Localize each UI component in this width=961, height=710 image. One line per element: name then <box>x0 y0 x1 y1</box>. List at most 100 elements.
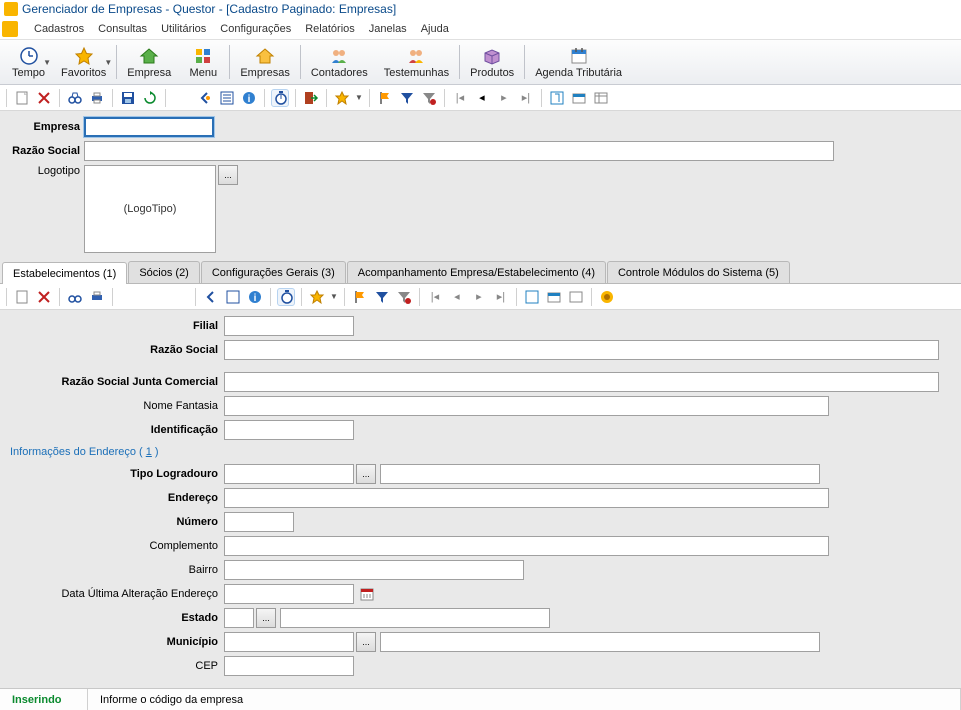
sub-info-icon[interactable]: i <box>246 288 264 306</box>
sub-nav-prev-icon[interactable]: ◂ <box>448 288 466 306</box>
info-icon[interactable]: i <box>240 89 258 107</box>
filter-icon[interactable] <box>398 89 416 107</box>
endereco-input[interactable] <box>224 488 829 508</box>
calendar-button[interactable] <box>358 585 376 603</box>
estado-desc-input[interactable] <box>280 608 550 628</box>
delete-icon[interactable] <box>35 89 53 107</box>
identificacao-input[interactable] <box>224 420 354 440</box>
sub-print-icon[interactable] <box>88 288 106 306</box>
flag-icon[interactable] <box>376 89 394 107</box>
print-icon[interactable] <box>88 89 106 107</box>
exit-icon[interactable] <box>302 89 320 107</box>
icon-toolbar-top: i ▼ |◂ ◂ ▸ ▸| <box>0 85 961 111</box>
sub-back-icon[interactable] <box>202 288 220 306</box>
sub-badge-icon[interactable] <box>598 288 616 306</box>
toolbar-label: Produtos <box>470 67 514 79</box>
tool-c-icon[interactable] <box>592 89 610 107</box>
tipo-log-desc-input[interactable] <box>380 464 820 484</box>
refresh-icon[interactable] <box>141 89 159 107</box>
razao-junta-input[interactable] <box>224 372 939 392</box>
binoculars-icon[interactable] <box>66 89 84 107</box>
toolbar-menu[interactable]: Menu <box>179 42 227 82</box>
toolbar-empresas[interactable]: Empresas <box>232 42 298 82</box>
sub-nav-next-icon[interactable]: ▸ <box>470 288 488 306</box>
nav-first-icon[interactable]: |◂ <box>451 89 469 107</box>
menu-configuracoes[interactable]: Configurações <box>220 23 291 35</box>
toolbar-favoritos[interactable]: Favoritos▼ <box>53 42 114 82</box>
filial-input[interactable] <box>224 316 354 336</box>
chevron-down-icon: ▼ <box>43 58 51 67</box>
app-icon <box>4 2 18 16</box>
toolbar-produtos[interactable]: Produtos <box>462 42 522 82</box>
cep-input[interactable] <box>224 656 354 676</box>
estado-lookup-button[interactable]: ... <box>256 608 276 628</box>
endereco-section-header: Informações do Endereço ( 1 ) <box>10 446 955 458</box>
back-icon[interactable] <box>196 89 214 107</box>
razao-social-input[interactable] <box>84 141 834 161</box>
menu-relatorios[interactable]: Relatórios <box>305 23 355 35</box>
drazao-input[interactable] <box>224 340 939 360</box>
menu-janelas[interactable]: Janelas <box>369 23 407 35</box>
status-mode: Inserindo <box>0 689 88 710</box>
toolbar-agenda-tributária[interactable]: Agenda Tributária <box>527 42 630 82</box>
municipio-input[interactable] <box>224 632 354 652</box>
tool-a-icon[interactable] <box>548 89 566 107</box>
tab-estabelecimentos[interactable]: Estabelecimentos (1) <box>2 262 127 284</box>
nav-last-icon[interactable]: ▸| <box>517 89 535 107</box>
sub-nav-last-icon[interactable]: ▸| <box>492 288 510 306</box>
menu-utilitarios[interactable]: Utilitários <box>161 23 206 35</box>
nav-prev-icon[interactable]: ◂ <box>473 89 491 107</box>
nav-next-icon[interactable]: ▸ <box>495 89 513 107</box>
nome-fantasia-input[interactable] <box>224 396 829 416</box>
municipio-desc-input[interactable] <box>380 632 820 652</box>
main-toolbar: Tempo▼Favoritos▼EmpresaMenuEmpresasConta… <box>0 40 961 85</box>
toolbar-label: Tempo <box>12 67 45 79</box>
sub-filter-icon[interactable] <box>373 288 391 306</box>
menu-cadastros[interactable]: Cadastros <box>34 23 84 35</box>
people-icon <box>329 46 349 66</box>
menu-ajuda[interactable]: Ajuda <box>421 23 449 35</box>
toolbar-testemunhas[interactable]: Testemunhas <box>376 42 457 82</box>
sub-nav-first-icon[interactable]: |◂ <box>426 288 444 306</box>
sub-filter-clear-icon[interactable] <box>395 288 413 306</box>
tab-controle-modulos[interactable]: Controle Módulos do Sistema (5) <box>607 261 790 283</box>
tab-socios[interactable]: Sócios (2) <box>128 261 200 283</box>
toolbar-tempo[interactable]: Tempo▼ <box>4 42 53 82</box>
stopwatch-icon[interactable] <box>271 89 289 107</box>
sub-flag-icon[interactable] <box>351 288 369 306</box>
municipio-lookup-button[interactable]: ... <box>356 632 376 652</box>
sub-fav-icon[interactable] <box>308 288 326 306</box>
save-icon[interactable] <box>119 89 137 107</box>
sub-delete-icon[interactable] <box>35 288 53 306</box>
bairro-input[interactable] <box>224 560 524 580</box>
filter-clear-icon[interactable] <box>420 89 438 107</box>
numero-input[interactable] <box>224 512 294 532</box>
complemento-input[interactable] <box>224 536 829 556</box>
sub-tool-a-icon[interactable] <box>523 288 541 306</box>
toolbar-empresa[interactable]: Empresa <box>119 42 179 82</box>
sub-tool-c-icon[interactable] <box>567 288 585 306</box>
form-icon[interactable] <box>218 89 236 107</box>
drazao-label: Razão Social <box>6 344 224 356</box>
tab-acompanhamento[interactable]: Acompanhamento Empresa/Estabelecimento (… <box>347 261 606 283</box>
tab-config-gerais[interactable]: Configurações Gerais (3) <box>201 261 346 283</box>
calendar-icon <box>569 46 589 66</box>
sub-form-icon[interactable] <box>224 288 242 306</box>
logotipo-lookup-button[interactable]: ... <box>218 165 238 185</box>
new-icon[interactable] <box>13 89 31 107</box>
estado-input[interactable] <box>224 608 254 628</box>
tipo-log-lookup-button[interactable]: ... <box>356 464 376 484</box>
toolbar-contadores[interactable]: Contadores <box>303 42 376 82</box>
tipo-log-input[interactable] <box>224 464 354 484</box>
sub-stopwatch-icon[interactable] <box>277 288 295 306</box>
empresa-input[interactable] <box>84 117 214 137</box>
tool-b-icon[interactable] <box>570 89 588 107</box>
sub-new-icon[interactable] <box>13 288 31 306</box>
menu-consultas[interactable]: Consultas <box>98 23 147 35</box>
sub-toolbar: i ▼ |◂ ◂ ▸ ▸| <box>0 284 961 310</box>
sub-tool-b-icon[interactable] <box>545 288 563 306</box>
box-icon <box>482 46 502 66</box>
data-ult-input[interactable] <box>224 584 354 604</box>
fav-icon[interactable] <box>333 89 351 107</box>
sub-binoculars-icon[interactable] <box>66 288 84 306</box>
